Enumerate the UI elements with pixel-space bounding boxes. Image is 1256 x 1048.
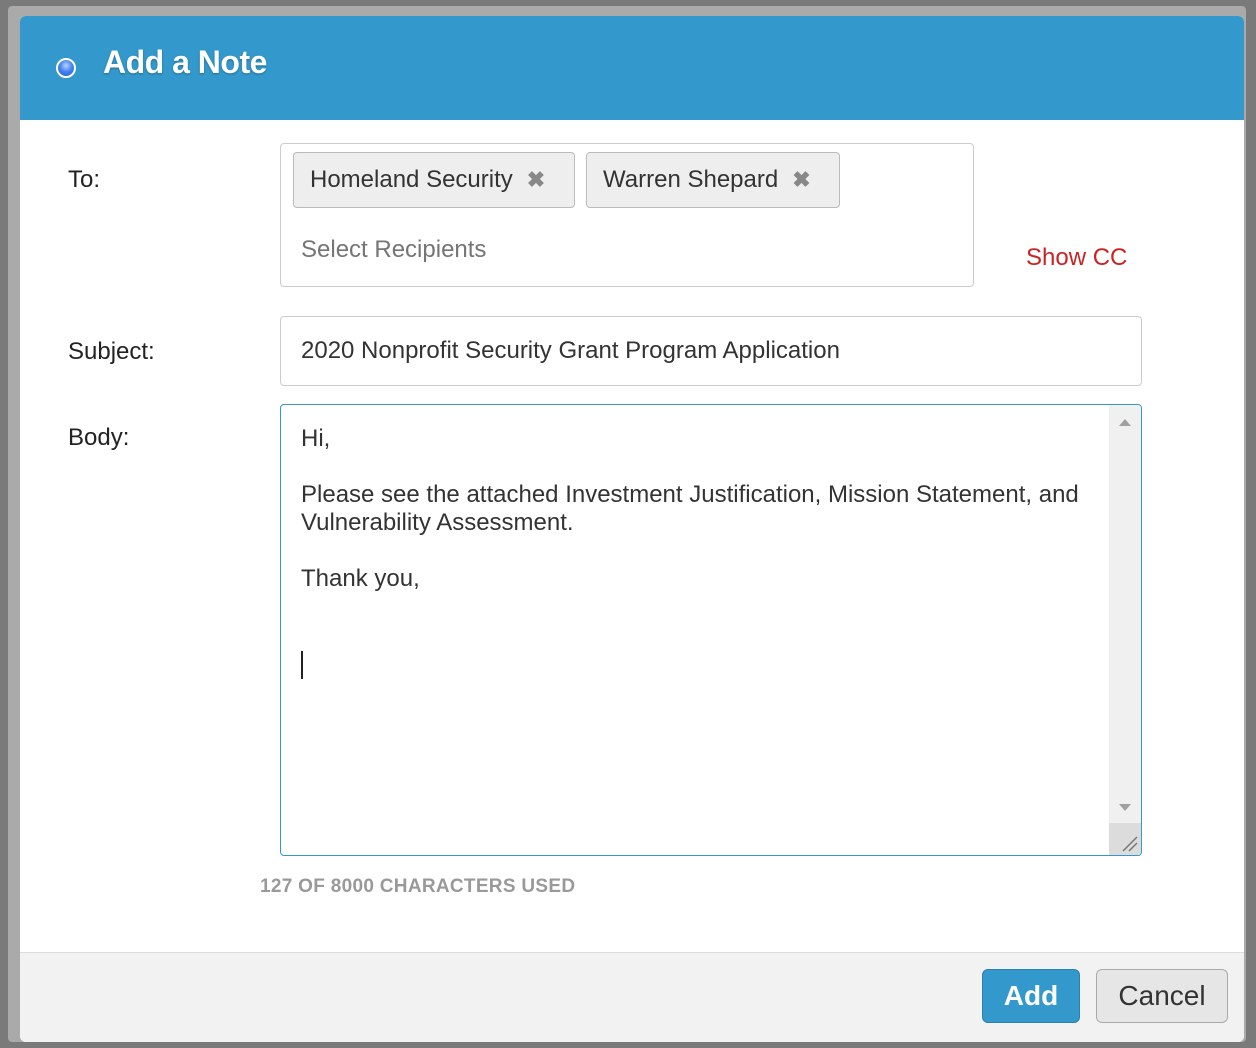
close-icon[interactable]: ✖: [792, 167, 810, 193]
body-line: Hi,: [301, 425, 331, 452]
resize-grip-icon[interactable]: [1109, 823, 1141, 855]
add-button[interactable]: Add: [982, 969, 1080, 1023]
subject-label: Subject:: [68, 338, 155, 365]
dialog-header: Add a Note: [20, 16, 1244, 120]
recipients-field[interactable]: Homeland Security ✖ Warren Shepard ✖: [280, 143, 974, 287]
scroll-up-icon[interactable]: [1119, 419, 1131, 426]
body-text: Hi, Please see the attached Investment J…: [301, 425, 1101, 621]
to-label: To:: [68, 166, 101, 193]
show-cc-link[interactable]: Show CC: [1026, 244, 1127, 272]
recipient-chip: Homeland Security ✖: [293, 152, 575, 208]
cancel-button[interactable]: Cancel: [1096, 969, 1228, 1023]
recipient-chip-label: Warren Shepard: [603, 166, 779, 193]
body-line: Please see the attached Investment Justi…: [301, 481, 1086, 536]
body-textarea[interactable]: Hi, Please see the attached Investment J…: [280, 404, 1142, 856]
body-label: Body:: [68, 424, 130, 451]
body-line: Thank you,: [301, 565, 420, 592]
recipient-chip: Warren Shepard ✖: [586, 152, 840, 208]
dialog-footer: Add Cancel: [20, 952, 1244, 1042]
character-counter: 127 OF 8000 CHARACTERS USED: [260, 876, 576, 897]
scroll-down-icon[interactable]: [1119, 804, 1131, 811]
add-note-dialog: Add a Note To: Homeland Security ✖ Warre…: [20, 16, 1244, 1042]
recipient-chip-label: Homeland Security: [310, 166, 513, 193]
dialog-frame: Add a Note To: Homeland Security ✖ Warre…: [8, 6, 1246, 1042]
subject-input[interactable]: 2020 Nonprofit Security Grant Program Ap…: [280, 316, 1142, 386]
subject-value: 2020 Nonprofit Security Grant Program Ap…: [301, 337, 840, 364]
body-scrollbar[interactable]: [1109, 405, 1141, 855]
text-caret: [301, 651, 303, 679]
recipients-input[interactable]: [301, 236, 701, 264]
status-dot-icon: [56, 58, 76, 78]
dialog-title: Add a Note: [103, 44, 267, 80]
close-icon[interactable]: ✖: [527, 167, 545, 193]
